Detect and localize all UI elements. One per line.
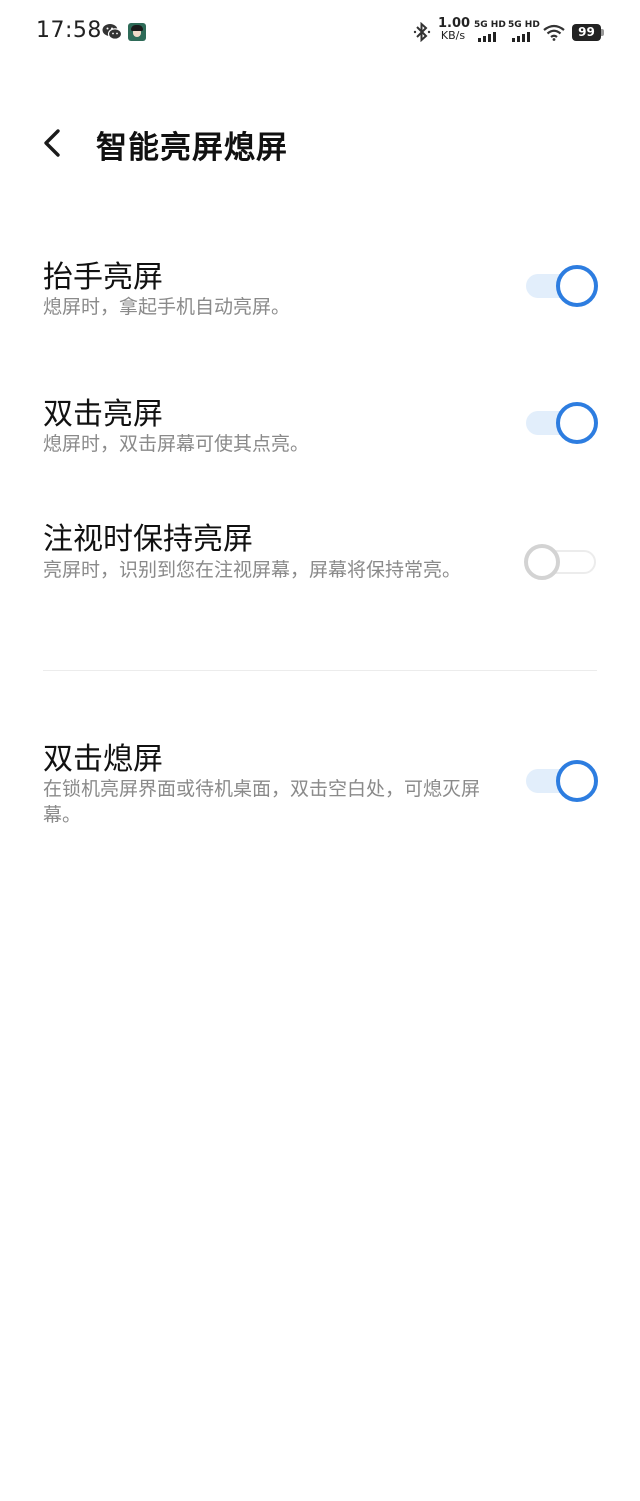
wechat-icon xyxy=(102,23,123,41)
bluetooth-icon xyxy=(413,21,431,43)
setting-description: 在锁机亮屏界面或待机桌面，双击空白处，可熄灭屏幕。 xyxy=(43,778,481,826)
double-tap-wake-toggle[interactable] xyxy=(524,402,598,444)
setting-description: 熄屏时，拿起手机自动亮屏。 xyxy=(43,296,291,318)
status-bar: 17:58 1.00 KB/s 5G HD 5G HD 99 xyxy=(0,0,640,64)
setting-title: 抬手亮屏 xyxy=(43,260,163,295)
network-speed: 1.00 KB/s xyxy=(438,16,471,42)
setting-description: 熄屏时，双击屏幕可使其点亮。 xyxy=(43,433,310,455)
divider xyxy=(43,670,597,671)
app-avatar-icon xyxy=(128,23,146,41)
status-time: 17:58 xyxy=(36,18,102,43)
page-header: 智能亮屏熄屏 xyxy=(0,100,640,190)
setting-title: 双击熄屏 xyxy=(43,742,163,777)
wifi-icon xyxy=(543,24,565,41)
back-button[interactable] xyxy=(30,120,78,168)
double-tap-sleep-toggle[interactable] xyxy=(524,760,598,802)
setting-title: 注视时保持亮屏 xyxy=(43,522,253,557)
chevron-left-icon xyxy=(44,129,60,157)
setting-description: 亮屏时，识别到您在注视屏幕，屏幕将保持常亮。 xyxy=(43,559,462,581)
battery-icon: 99 xyxy=(572,24,604,41)
battery-level: 99 xyxy=(572,24,601,41)
signal-icon: 5G HD xyxy=(508,20,540,44)
signal-icon: 5G HD xyxy=(474,20,506,44)
setting-title: 双击亮屏 xyxy=(43,397,163,432)
page-title: 智能亮屏熄屏 xyxy=(96,130,288,166)
raise-to-wake-toggle[interactable] xyxy=(524,265,598,307)
attention-aware-toggle[interactable] xyxy=(524,541,598,583)
